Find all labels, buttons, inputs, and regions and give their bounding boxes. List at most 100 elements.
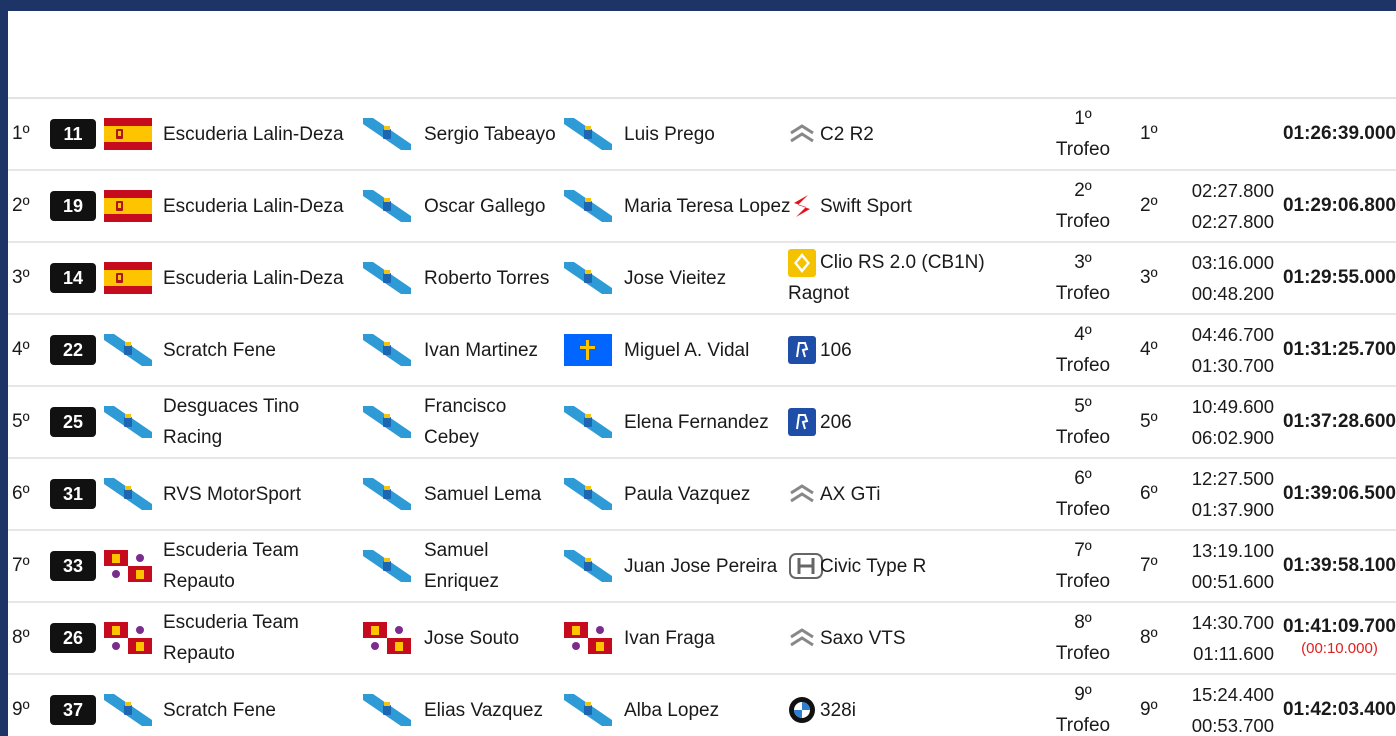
gap-to-previous: 00:48.200 (1191, 283, 1274, 304)
car-number-badge: 25 (50, 387, 96, 457)
time-gaps: 13:19.100 00:51.600 (1188, 531, 1274, 601)
car-number-badge: 14 (50, 243, 96, 313)
gap-to-previous: 06:02.900 (1191, 427, 1274, 448)
pilot-name: Sergio Tabeayo (424, 123, 556, 145)
team-flag-icon (104, 387, 152, 457)
table-row: 7º 33 Escuderia Team Repauto Samuel Enrique… (8, 531, 1396, 603)
gap-to-previous: 01:30.700 (1191, 355, 1274, 376)
gap-to-leader: 13:19.100 (1191, 540, 1274, 561)
team-flag-icon (104, 99, 152, 169)
car-model-name: 206 (820, 411, 852, 433)
total-time-cell: 01:39:06.500 (1282, 459, 1396, 529)
gap-to-leader: 02:27.800 (1191, 180, 1274, 201)
trophy-label: Trofeo (1055, 427, 1111, 448)
car-number: 25 (50, 407, 96, 437)
car-number: 26 (50, 623, 96, 653)
peugeot-logo-icon (788, 336, 816, 365)
top-frame-bar (0, 0, 1396, 11)
position: 8º (12, 627, 30, 648)
car-model-extra: Ragnot (788, 283, 850, 304)
copilot-flag-icon (564, 675, 612, 736)
total-time: 01:41:09.700 (1282, 616, 1396, 637)
team-flag-icon (104, 675, 152, 736)
gap-to-leader: 14:30.700 (1191, 612, 1274, 633)
time-gaps: 12:27.500 01:37.900 (1188, 459, 1274, 529)
car-model-name: Saxo VTS (820, 627, 906, 649)
total-time: 01:29:55.000 (1282, 267, 1396, 288)
trophy-position: 4º Trofeo (1038, 315, 1128, 385)
pilot-flag-icon (363, 171, 411, 241)
pilot-flag-icon (363, 315, 411, 385)
citroen-logo-icon (788, 120, 816, 148)
pilot-name: Francisco Cebey (424, 396, 507, 448)
copilot-flag-icon (564, 459, 612, 529)
team-flag-icon (104, 531, 152, 601)
car-model-name: C2 R2 (820, 123, 874, 145)
total-time: 01:39:58.100 (1282, 555, 1396, 576)
trophy-rank: 8º (1074, 612, 1092, 633)
team-name: Desguaces Tino Racing (163, 396, 300, 448)
class-position: 9º (1140, 699, 1158, 720)
car-number-badge: 37 (50, 675, 96, 736)
car-number-badge: 19 (50, 171, 96, 241)
table-row: 9º 37 Scratch Fene Elias Vazquez Alba Lopez 3… (8, 675, 1396, 736)
trophy-position: 2º Trofeo (1038, 171, 1128, 241)
citroen-logo-icon (788, 480, 816, 508)
copilot-flag-icon (564, 603, 612, 673)
pilot-name: Ivan Martinez (424, 339, 539, 361)
class-position: 1º (1140, 123, 1158, 144)
car-model: AX GTi (788, 459, 1018, 529)
gap-to-previous: 00:51.600 (1191, 571, 1274, 592)
peugeot-logo-icon (788, 408, 816, 437)
total-time: 01:37:28.600 (1282, 411, 1396, 432)
gap-to-previous: 02:27.800 (1191, 211, 1274, 232)
team-flag-icon (104, 603, 152, 673)
gap-to-leader: 15:24.400 (1191, 684, 1274, 705)
gap-to-leader: 03:16.000 (1191, 252, 1274, 273)
pilot-flag-icon (363, 99, 411, 169)
total-time-cell: 01:39:58.100 (1282, 531, 1396, 601)
team-name: Escuderia Team Repauto (163, 612, 299, 664)
car-model: 106 (788, 315, 1018, 385)
trophy-label: Trofeo (1055, 643, 1111, 664)
total-time-cell: 01:29:06.800 (1282, 171, 1396, 241)
gap-to-previous: 00:53.700 (1191, 715, 1274, 736)
car-model: C2 R2 (788, 99, 1018, 169)
car-model: Saxo VTS (788, 603, 1018, 673)
trophy-position: 1º Trofeo (1038, 99, 1128, 169)
car-number: 22 (50, 335, 96, 365)
time-gaps (1188, 99, 1274, 169)
car-number-badge: 31 (50, 459, 96, 529)
copilot-name: Miguel A. Vidal (624, 339, 750, 361)
trophy-position: 9º Trofeo (1038, 675, 1128, 736)
car-model: Civic Type R (788, 531, 1018, 601)
position: 4º (12, 339, 30, 360)
gap-to-leader: 12:27.500 (1191, 468, 1274, 489)
total-time-cell: 01:31:25.700 (1282, 315, 1396, 385)
position: 7º (12, 555, 30, 576)
total-time: 01:26:39.000 (1282, 123, 1396, 144)
car-number: 31 (50, 479, 96, 509)
car-model-name: Civic Type R (820, 555, 927, 577)
penalty-time: (00:10.000) (1301, 640, 1378, 657)
trophy-rank: 3º (1074, 252, 1092, 273)
trophy-position: 5º Trofeo (1038, 387, 1128, 457)
class-position: 8º (1140, 627, 1158, 648)
trophy-position: 8º Trofeo (1038, 603, 1128, 673)
trophy-position: 7º Trofeo (1038, 531, 1128, 601)
team-name: Escuderia Lalin-Deza (163, 195, 344, 217)
copilot-name: Ivan Fraga (624, 627, 715, 649)
time-gaps: 02:27.800 02:27.800 (1188, 171, 1274, 241)
car-model-name: 328i (820, 699, 856, 721)
team-name: Scratch Fene (163, 339, 276, 361)
gap-to-leader: 10:49.600 (1191, 396, 1274, 417)
total-time-cell: 01:42:03.400 (1282, 675, 1396, 736)
copilot-name: Jose Vieitez (624, 267, 727, 289)
trophy-position: 6º Trofeo (1038, 459, 1128, 529)
pilot-name: Elias Vazquez (424, 699, 543, 721)
copilot-flag-icon (564, 531, 612, 601)
pilot-flag-icon (363, 603, 411, 673)
team-flag-icon (104, 171, 152, 241)
table-row: 5º 25 Desguaces Tino Racing Francisco Cebey… (8, 387, 1396, 459)
position: 3º (12, 267, 30, 288)
